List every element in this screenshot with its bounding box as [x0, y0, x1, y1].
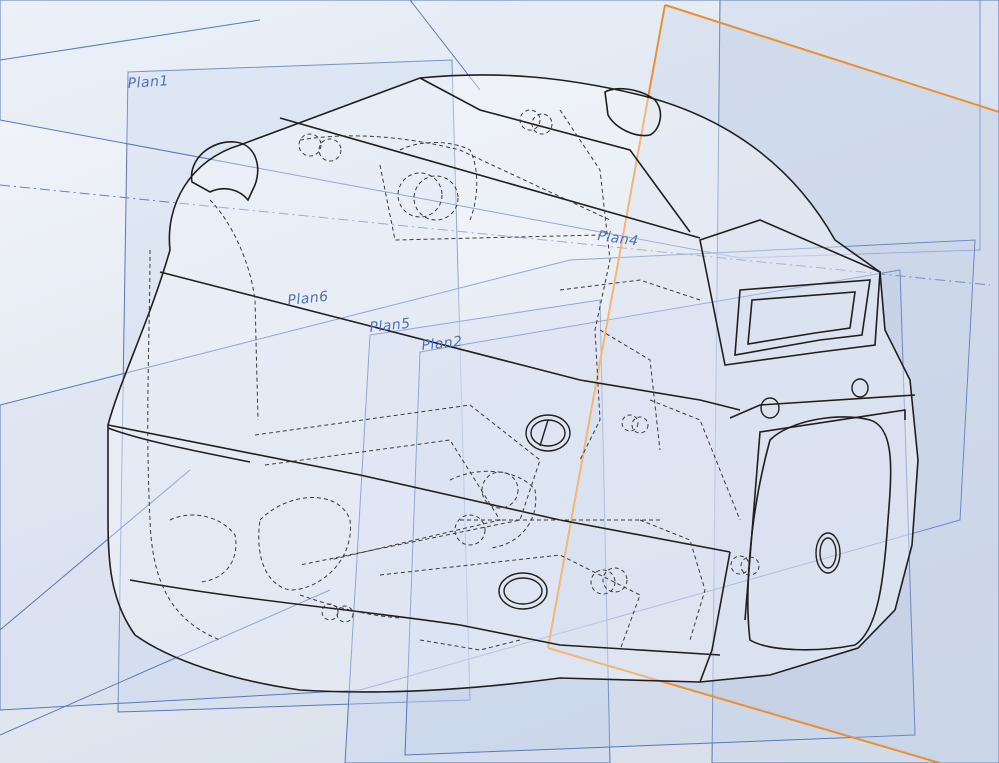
plane-label-plan1[interactable]: Plan1 [127, 73, 169, 92]
model-canvas[interactable]: Plan1 Plan6 Plan5 Plan2 Plan4 [0, 0, 999, 763]
model-viewport[interactable]: Plan1 Plan6 Plan5 Plan2 Plan4 [0, 0, 999, 763]
